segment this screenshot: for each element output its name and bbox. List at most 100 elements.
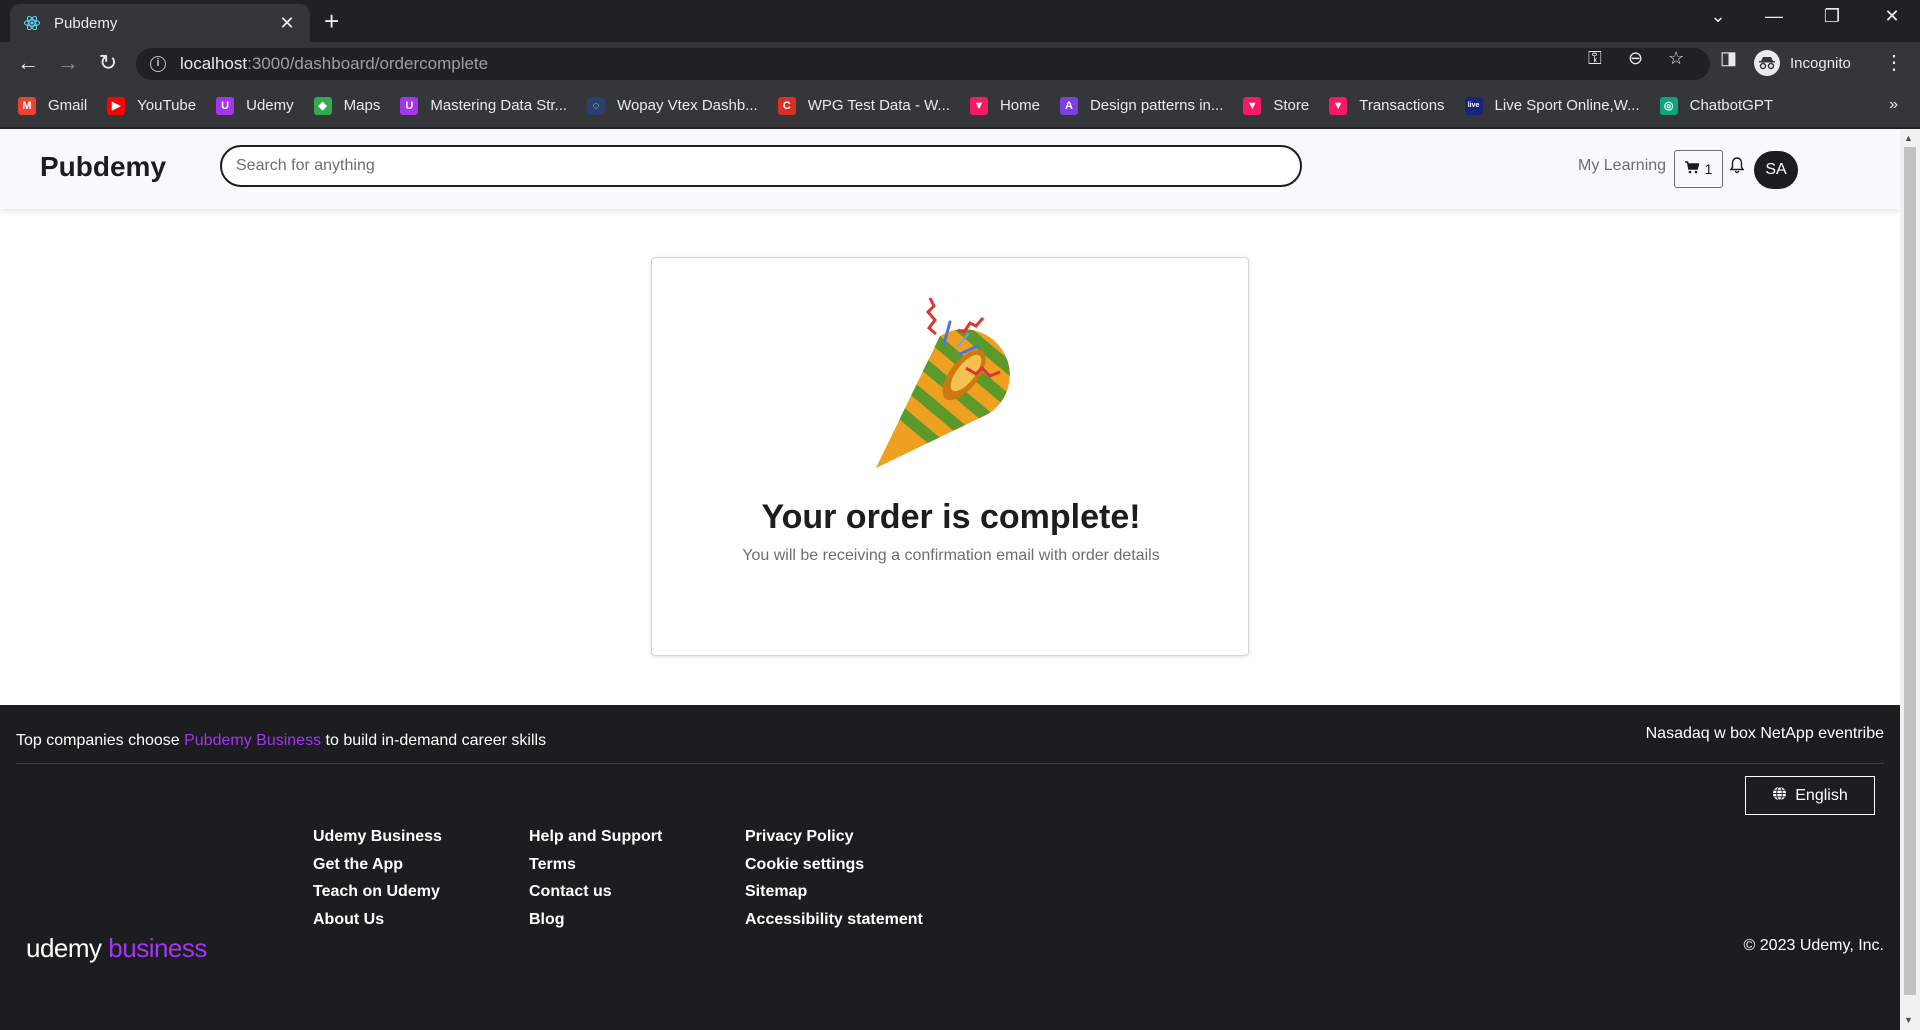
- zoom-icon[interactable]: ⊖: [1628, 48, 1643, 69]
- footer-link[interactable]: Sitemap: [745, 878, 923, 906]
- bookmark-item[interactable]: ◎ ChatbotGPT: [1659, 96, 1773, 115]
- new-tab-button[interactable]: +: [324, 8, 339, 34]
- vtex-icon: ▼: [1329, 96, 1348, 115]
- tagline-text-end: to build in-demand career skills: [321, 732, 547, 749]
- bookmark-star-icon[interactable]: ☆: [1668, 48, 1684, 69]
- live-sport-icon: live: [1464, 96, 1483, 115]
- scroll-down-arrow-icon[interactable]: ▼: [1904, 1015, 1913, 1025]
- bookmark-item[interactable]: live Live Sport Online,W...: [1464, 96, 1640, 115]
- my-learning-link[interactable]: My Learning: [1578, 157, 1666, 175]
- language-button[interactable]: English: [1745, 776, 1875, 815]
- bookmark-item[interactable]: A Design patterns in...: [1059, 96, 1224, 115]
- back-arrow-icon[interactable]: ←: [14, 50, 42, 76]
- udemy-icon: U: [400, 96, 419, 115]
- site-info-icon[interactable]: i: [150, 56, 166, 72]
- react-icon: [22, 13, 42, 33]
- footer-column-2: Help and Support Terms Contact us Blog: [529, 823, 662, 933]
- maps-icon: ◆: [313, 96, 332, 115]
- udemy-business-logo[interactable]: udemy business: [26, 933, 207, 964]
- wpg-icon: C: [777, 96, 796, 115]
- footer-link[interactable]: Privacy Policy: [745, 823, 923, 851]
- side-panel-icon[interactable]: ◨: [1720, 48, 1737, 69]
- vtex-icon: ▼: [969, 96, 988, 115]
- user-avatar[interactable]: SA: [1754, 151, 1798, 189]
- footer-link[interactable]: Blog: [529, 906, 662, 934]
- cart-button[interactable]: 1: [1674, 150, 1723, 188]
- reload-icon[interactable]: ↻: [94, 50, 122, 76]
- order-complete-subtitle: You will be receiving a confirmation ema…: [742, 547, 1160, 564]
- address-bar[interactable]: i localhost:3000/dashboard/ordercomplete: [136, 48, 1710, 80]
- incognito-profile-button[interactable]: Incognito: [1754, 48, 1851, 78]
- browser-tabstrip: Pubdemy ✕ + ⌄ — ❐ ✕: [0, 0, 1920, 42]
- copyright-text: © 2023 Udemy, Inc.: [1743, 937, 1884, 954]
- bookmark-item[interactable]: ◌ Wopay Vtex Dashb...: [587, 96, 758, 115]
- search-input[interactable]: [220, 145, 1302, 187]
- bell-icon[interactable]: [1729, 157, 1745, 179]
- password-key-icon[interactable]: ⚿: [1588, 48, 1602, 69]
- footer-link[interactable]: Udemy Business: [313, 823, 442, 851]
- bookmark-item[interactable]: ▶ YouTube: [107, 96, 196, 115]
- globe-icon: ◌: [587, 96, 606, 115]
- bookmark-label: Mastering Data Str...: [430, 97, 568, 114]
- tab-search-chevron-icon[interactable]: ⌄: [1698, 6, 1738, 27]
- bookmark-item[interactable]: ▼ Home: [969, 96, 1040, 115]
- footer-divider: [16, 763, 1884, 764]
- globe-icon: [1772, 785, 1787, 806]
- footer-tagline: Top companies choose Pubdemy Business to…: [16, 732, 546, 750]
- bookmarks-bar: M Gmail ▶ YouTube U Udemy ◆ Maps U Mastering Data…: [0, 84, 1920, 128]
- bookmark-label: Wopay Vtex Dashb...: [617, 97, 758, 114]
- bookmark-item[interactable]: ◆ Maps: [313, 96, 380, 115]
- footer-link[interactable]: Get the App: [313, 851, 442, 879]
- restore-button[interactable]: ❐: [1812, 6, 1852, 27]
- close-window-button[interactable]: ✕: [1872, 6, 1912, 27]
- bookmark-label: ChatbotGPT: [1689, 97, 1773, 114]
- site-header: Pubdemy My Learning 1 SA: [0, 129, 1900, 209]
- bookmark-label: Udemy: [246, 97, 294, 114]
- bookmark-item[interactable]: M Gmail: [18, 96, 87, 115]
- footer-link[interactable]: Help and Support: [529, 823, 662, 851]
- bookmark-purple-icon: A: [1059, 96, 1078, 115]
- bookmark-label: Design patterns in...: [1089, 97, 1224, 114]
- chatgpt-icon: ◎: [1659, 96, 1678, 115]
- bookmark-item[interactable]: U Mastering Data Str...: [400, 96, 568, 115]
- footer-link[interactable]: Teach on Udemy: [313, 878, 442, 906]
- incognito-icon: [1754, 50, 1780, 76]
- url-path: :3000/dashboard/ordercomplete: [247, 54, 489, 73]
- footer-link[interactable]: Terms: [529, 851, 662, 879]
- tab-close-icon[interactable]: ✕: [276, 13, 298, 34]
- tagline-text: Top companies choose: [16, 732, 185, 749]
- footer-link[interactable]: Cookie settings: [745, 851, 923, 879]
- logo-business-text: business: [101, 933, 207, 963]
- site-logo[interactable]: Pubdemy: [40, 151, 166, 183]
- footer-link[interactable]: Contact us: [529, 878, 662, 906]
- footer-link[interactable]: About Us: [313, 906, 442, 934]
- party-popper-icon: [868, 296, 1038, 476]
- incognito-label: Incognito: [1790, 54, 1851, 72]
- scrollbar-thumb[interactable]: [1904, 147, 1916, 995]
- minimize-button[interactable]: —: [1754, 6, 1794, 27]
- bookmark-item[interactable]: ▼ Transactions: [1329, 96, 1445, 115]
- pubdemy-business-link[interactable]: Pubdemy Business: [184, 732, 321, 749]
- url-host: localhost: [180, 54, 248, 73]
- gmail-icon: M: [18, 96, 36, 115]
- browser-menu-icon[interactable]: ⋮: [1884, 50, 1904, 75]
- cart-count: 1: [1704, 161, 1713, 177]
- footer-link[interactable]: Accessibility statement: [745, 906, 923, 934]
- bookmark-label: Live Sport Online,W...: [1494, 97, 1640, 114]
- scroll-up-arrow-icon[interactable]: ▲: [1904, 133, 1913, 143]
- browser-tab[interactable]: Pubdemy ✕: [10, 4, 310, 42]
- cart-icon: [1684, 161, 1700, 177]
- forward-arrow-icon[interactable]: →: [54, 50, 82, 76]
- footer-column-1: Udemy Business Get the App Teach on Udem…: [313, 823, 442, 933]
- page-scrollbar[interactable]: ▲ ▼: [1900, 129, 1920, 1030]
- tab-title: Pubdemy: [54, 14, 118, 32]
- youtube-icon: ▶: [107, 96, 126, 115]
- bookmark-item[interactable]: U Udemy: [216, 96, 294, 115]
- more-bookmarks-icon[interactable]: »: [1889, 96, 1898, 114]
- language-label: English: [1795, 786, 1848, 804]
- browser-toolbar: ← → ↻ i localhost:3000/dashboard/orderco…: [0, 42, 1920, 84]
- bookmark-item[interactable]: C WPG Test Data - W...: [777, 96, 950, 115]
- bookmark-item[interactable]: ▼ Store: [1243, 96, 1309, 115]
- partner-logos: Nasadaq w box NetApp eventribe: [1645, 725, 1884, 742]
- bookmark-label: Transactions: [1359, 97, 1445, 114]
